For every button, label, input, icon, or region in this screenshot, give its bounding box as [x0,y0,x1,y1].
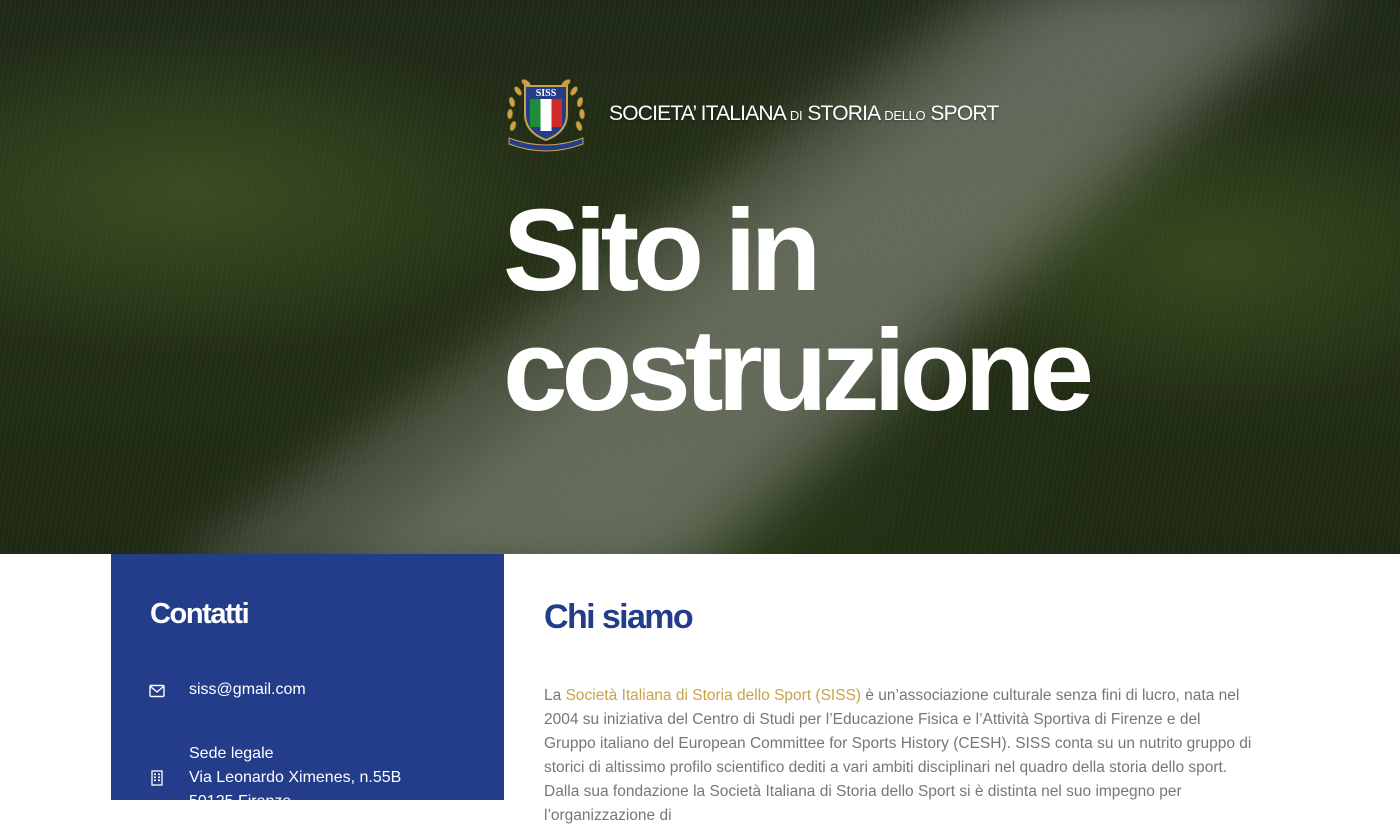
hero-title: Sito in costruzione [503,190,1123,430]
about-text-after: è un’associazione culturale senza fini d… [544,687,1252,824]
about-section: Chi siamo La Società Italiana di Storia … [544,554,1264,824]
envelope-icon [149,684,165,698]
building-icon [151,770,163,786]
hero-title-line: costruzione [503,305,1094,435]
site-name-part: SOCIETA’ ITALIANA [609,102,786,125]
contact-panel: Contatti siss@gmail.com Sede legale Via … [111,554,504,810]
hero-title-line: Sito in [503,185,821,315]
contact-address: Sede legale Via Leonardo Ximenes, n.55B … [189,742,401,814]
siss-logo-icon[interactable]: SISS [503,74,589,154]
about-paragraph: La Società Italiana di Storia dello Spor… [544,684,1256,828]
site-name-part: DI [789,108,803,123]
site-name-part: SPORT [930,102,999,125]
address-street: Via Leonardo Ximenes, n.55B [189,769,402,786]
org-name-link[interactable]: Società Italiana di Storia dello Sport (… [566,687,862,704]
hero-banner: SISS SOCIETA’ ITALIANA DI STORIA DELLO S… [0,0,1400,554]
contact-heading: Contatti [150,598,250,630]
site-name-part: DELLO [884,108,926,123]
site-name-part: STORIA [807,102,880,125]
address-label: Sede legale [189,745,274,762]
site-brand[interactable]: SISS SOCIETA’ ITALIANA DI STORIA DELLO S… [503,74,999,154]
about-text-before: La [544,687,566,704]
address-city: 50125 Firenze [189,793,292,810]
contact-email-link[interactable]: siss@gmail.com [189,678,306,702]
about-heading: Chi siamo [544,598,694,636]
site-name[interactable]: SOCIETA’ ITALIANA DI STORIA DELLO SPORT [609,102,999,126]
logo-text: SISS [536,88,557,99]
